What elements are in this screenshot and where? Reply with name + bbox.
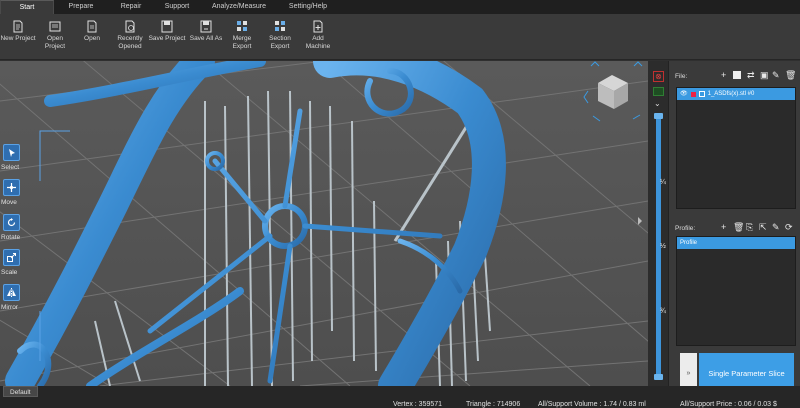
save-all-icon xyxy=(200,20,212,33)
save-project-button[interactable]: Save Project xyxy=(147,20,187,43)
save-project-icon xyxy=(161,20,173,33)
swap-icon[interactable]: ⇄ xyxy=(747,70,755,81)
model-color-icon xyxy=(690,91,696,97)
ribbon-toolbar: New Project Open Project Open Recently O… xyxy=(0,14,800,60)
recent-icon xyxy=(125,20,135,33)
open-project-icon xyxy=(49,21,61,32)
merge-export-button[interactable]: Merge Export xyxy=(222,20,262,51)
scale-tool[interactable]: Scale xyxy=(1,249,21,276)
tab-prepare[interactable]: Prepare xyxy=(54,0,108,14)
profile-import-icon[interactable]: ⎘ xyxy=(746,222,753,233)
recently-opened-button[interactable]: Recently Opened xyxy=(110,20,150,51)
section-export-button[interactable]: Section Export xyxy=(260,20,300,51)
recently-opened-label: Recently Opened xyxy=(117,35,143,50)
settings-icon[interactable]: ▣ xyxy=(760,70,769,81)
rotate-icon xyxy=(7,218,16,227)
triangle-count: Triangle : 714906 xyxy=(466,401,521,408)
scale-label: Scale xyxy=(1,269,18,276)
file-item-label: 1_ASDfs(x).stl #0 xyxy=(707,91,755,97)
tab-setting-help[interactable]: Setting/Help xyxy=(278,0,338,14)
mirror-icon xyxy=(7,288,16,297)
model-checkbox-icon[interactable] xyxy=(698,91,705,97)
profile-trash-icon[interactable]: 🗑 xyxy=(733,222,744,233)
confirm-view-icon[interactable] xyxy=(653,87,664,96)
file-title: File: xyxy=(675,73,688,80)
mirror-tool[interactable]: Mirror xyxy=(1,284,21,311)
add-machine-button[interactable]: Add Machine xyxy=(298,20,338,51)
profile-edit-icon[interactable]: ✎ xyxy=(772,222,780,233)
add-machine-label: Add Machine xyxy=(305,35,331,50)
profile-list: Profile xyxy=(676,236,796,346)
merge-export-icon xyxy=(237,21,247,31)
close-view-icon[interactable]: ⊗ xyxy=(653,71,664,82)
open-icon xyxy=(87,20,97,33)
open-project-button[interactable]: Open Project xyxy=(35,20,75,51)
merge-export-label: Merge Export xyxy=(232,35,252,50)
rotate-label: Rotate xyxy=(1,234,21,241)
slider-half-mark: ½ xyxy=(660,243,666,250)
section-export-icon xyxy=(275,21,285,31)
tab-repair[interactable]: Repair xyxy=(108,0,154,14)
move-icon xyxy=(7,183,16,192)
slider-three-quarter-mark: ¾ xyxy=(660,308,666,315)
slider-handle-bottom[interactable] xyxy=(654,374,663,380)
save-project-label: Save Project xyxy=(148,35,186,42)
move-label: Move xyxy=(1,199,17,206)
edit-icon[interactable]: ✎ xyxy=(772,70,780,81)
select-tool[interactable]: Select xyxy=(1,144,21,171)
profile-refresh-icon[interactable]: ⟳ xyxy=(785,222,793,233)
section-export-label: Section Export xyxy=(269,35,291,50)
save-all-as-label: Save All As xyxy=(189,35,223,42)
new-project-label: New Project xyxy=(0,35,36,42)
chevron-down-icon[interactable]: ⌄ xyxy=(654,99,661,108)
select-label: Select xyxy=(1,164,20,171)
3d-viewport[interactable]: Select Move Rotate Scale Mirror xyxy=(0,61,648,386)
open-button[interactable]: Open xyxy=(72,20,112,43)
select-icon xyxy=(8,148,15,157)
add-icon[interactable]: + xyxy=(721,70,726,80)
tab-default[interactable]: Default xyxy=(3,386,38,397)
scale-icon xyxy=(7,253,16,262)
move-tool[interactable]: Move xyxy=(1,179,21,206)
mirror-label: Mirror xyxy=(1,304,18,311)
add-machine-icon xyxy=(313,20,323,33)
support-volume: All/Support Volume : 1.74 / 0.83 ml xyxy=(538,401,646,408)
file-list: 👁 1_ASDfs(x).stl #0 xyxy=(676,87,796,209)
profile-title: Profile: xyxy=(675,225,696,232)
trash-icon[interactable]: 🗑 xyxy=(785,70,796,81)
vertex-count: Vertex : 359571 xyxy=(393,401,443,408)
profile-export-icon[interactable]: ⇱ xyxy=(759,222,767,233)
rotate-tool[interactable]: Rotate xyxy=(1,214,21,241)
tab-analyze-measure[interactable]: Analyze/Measure xyxy=(200,0,278,14)
profile-list-item[interactable]: Profile xyxy=(677,237,795,249)
right-panel: File: + ⇄ ▣ ✎ 🗑 👁 1_ASDfs(x).stl #0 Prof… xyxy=(668,61,800,394)
profile-add-icon[interactable]: + xyxy=(721,222,726,232)
save-all-as-button[interactable]: Save All As xyxy=(186,20,226,43)
status-bar: Default Vertex : 359571 Triangle : 71490… xyxy=(0,386,800,408)
open-label: Open xyxy=(84,35,100,42)
eye-icon[interactable]: 👁 xyxy=(680,88,688,100)
support-price: All/Support Price : 0.06 / 0.03 $ xyxy=(680,401,777,408)
layer-slider[interactable]: ⊗ ⌄ ¼ ½ ¾ xyxy=(648,61,668,386)
file-list-item[interactable]: 👁 1_ASDfs(x).stl #0 xyxy=(677,88,795,100)
menu-tab-bar: Start Prepare Repair Support Analyze/Mea… xyxy=(0,0,800,14)
blank-file-icon[interactable] xyxy=(733,71,741,79)
new-project-button[interactable]: New Project xyxy=(0,20,38,43)
new-project-icon xyxy=(13,20,23,33)
tab-support[interactable]: Support xyxy=(154,0,200,14)
open-project-label: Open Project xyxy=(44,35,66,50)
model-scene xyxy=(0,61,648,386)
slider-handle-top[interactable] xyxy=(654,113,663,119)
tab-start[interactable]: Start xyxy=(0,0,54,14)
slider-quarter-mark: ¼ xyxy=(660,179,666,186)
